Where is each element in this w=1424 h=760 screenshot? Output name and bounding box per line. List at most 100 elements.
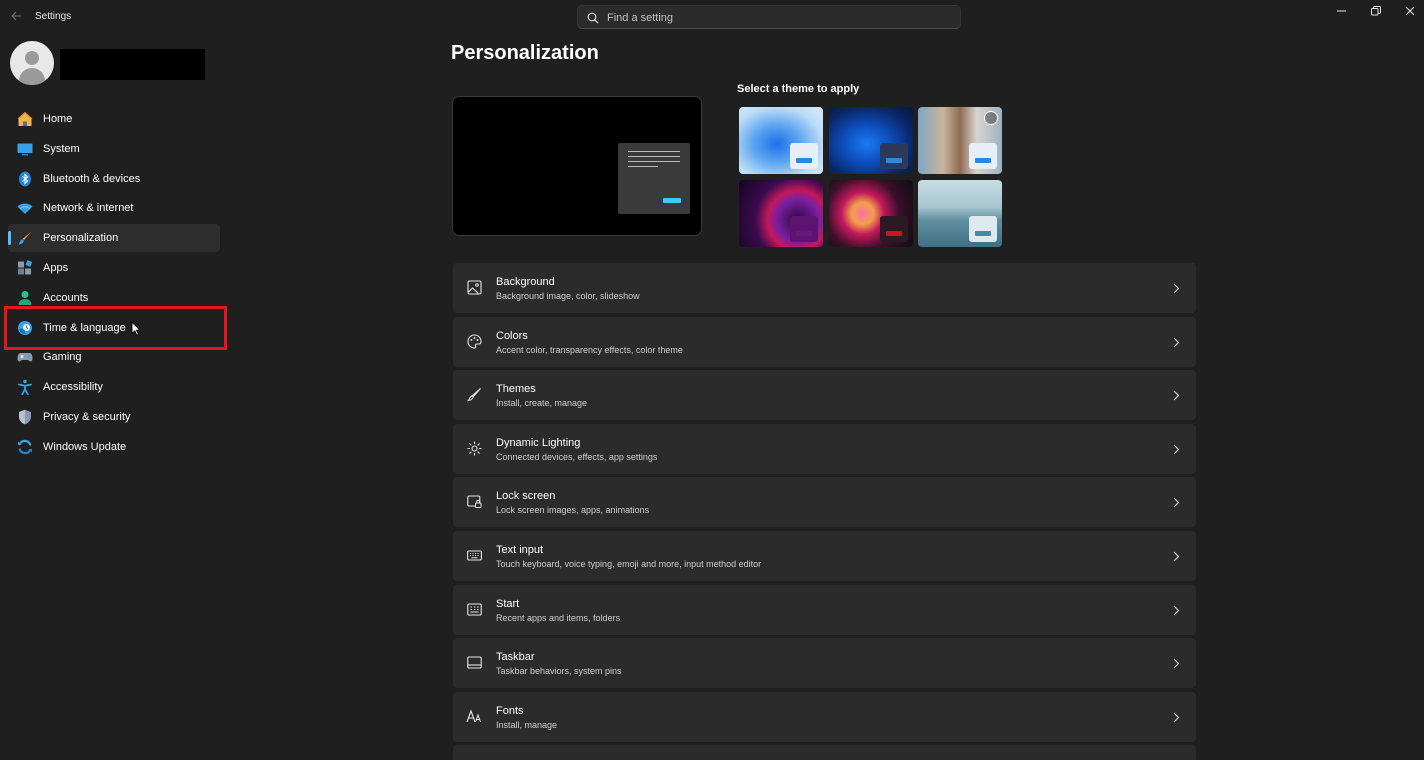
home-icon xyxy=(16,110,34,128)
card-title: Text input xyxy=(496,544,544,556)
title-bar: Settings xyxy=(0,0,1424,34)
sidebar-item-label: Home xyxy=(43,113,73,125)
close-button[interactable] xyxy=(1392,0,1424,22)
sidebar-item-label: Time & language xyxy=(43,321,126,334)
sidebar-item-system[interactable]: System xyxy=(8,135,220,163)
setting-card-partial[interactable] xyxy=(453,745,1196,760)
card-subtitle: Install, create, manage xyxy=(496,398,588,408)
close-icon xyxy=(1405,6,1415,16)
card-title: Start xyxy=(496,598,520,610)
theme-thumbnail-glow[interactable] xyxy=(739,180,823,247)
theme-mini-window xyxy=(880,143,908,169)
time-language-icon xyxy=(16,319,34,337)
setting-card-text-input[interactable]: Text input Touch keyboard, voice typing,… xyxy=(453,531,1196,581)
setting-card-taskbar[interactable]: Taskbar Taskbar behaviors, system pins xyxy=(453,638,1196,688)
theme-preview xyxy=(452,96,702,236)
search-input[interactable] xyxy=(607,9,947,26)
sidebar-item-bluetooth[interactable]: Bluetooth & devices xyxy=(8,165,220,193)
search-box[interactable] xyxy=(577,5,961,29)
theme-mini-accent xyxy=(796,231,812,236)
image-icon xyxy=(465,278,483,296)
theme-mini-window xyxy=(969,216,997,242)
card-title: Themes xyxy=(496,383,536,395)
fonts-icon xyxy=(465,707,483,725)
sidebar-item-label: Privacy & security xyxy=(43,410,131,423)
sidebar-item-windows-update[interactable]: Windows Update xyxy=(8,433,220,461)
restore-button[interactable] xyxy=(1358,0,1394,22)
theme-mini-accent xyxy=(886,158,902,163)
back-arrow-icon xyxy=(10,11,21,21)
preview-line xyxy=(628,156,680,157)
setting-card-colors[interactable]: Colors Accent color, transparency effect… xyxy=(453,317,1196,367)
setting-card-fonts[interactable]: Fonts Install, manage xyxy=(453,692,1196,742)
card-title: Lock screen xyxy=(496,490,556,502)
sidebar-item-gaming[interactable]: Gaming xyxy=(8,343,220,371)
preview-line xyxy=(628,151,680,152)
theme-mini-accent xyxy=(796,158,812,163)
setting-card-dynamic-lighting[interactable]: Dynamic Lighting Connected devices, effe… xyxy=(453,424,1196,474)
sidebar-item-network[interactable]: Network & internet xyxy=(8,194,220,222)
chevron-right-icon xyxy=(1170,281,1182,295)
sidebar-item-label: Apps xyxy=(43,261,69,274)
chevron-right-icon xyxy=(1170,656,1182,670)
theme-thumbnail-flow[interactable] xyxy=(918,180,1002,247)
setting-card-themes[interactable]: Themes Install, create, manage xyxy=(453,370,1196,420)
card-title: Fonts xyxy=(496,705,524,717)
apps-icon xyxy=(16,259,34,277)
sidebar-item-apps[interactable]: Apps xyxy=(8,254,220,282)
chevron-right-icon xyxy=(1170,335,1182,349)
setting-card-lock-screen[interactable]: Lock screen Lock screen images, apps, an… xyxy=(453,477,1196,527)
sidebar-item-label: Windows Update xyxy=(43,440,127,453)
card-subtitle: Install, manage xyxy=(496,720,558,730)
keyboard-icon xyxy=(465,546,483,564)
gamepad-icon xyxy=(16,348,34,366)
avatar-body xyxy=(19,68,45,85)
sidebar-item-label: System xyxy=(43,142,80,155)
theme-mini-window xyxy=(790,216,818,242)
theme-thumbnail-captured-motion[interactable] xyxy=(829,180,913,247)
sidebar-item-accessibility[interactable]: Accessibility xyxy=(8,373,220,401)
sidebar-item-label: Accounts xyxy=(43,291,89,304)
spotlight-camera-icon xyxy=(984,111,998,125)
card-title: Dynamic Lighting xyxy=(496,437,581,449)
card-subtitle: Lock screen images, apps, animations xyxy=(496,505,650,515)
setting-card-start[interactable]: Start Recent apps and items, folders xyxy=(453,585,1196,635)
sidebar-item-label: Personalization xyxy=(43,232,119,245)
theme-thumbnail-windows-dark[interactable] xyxy=(829,107,913,174)
search-icon xyxy=(587,12,599,24)
sidebar-item-accounts[interactable]: Accounts xyxy=(8,284,220,312)
minimize-button[interactable] xyxy=(1324,0,1360,22)
sidebar-item-label: Network & internet xyxy=(43,202,134,215)
page-title: Personalization xyxy=(451,42,599,64)
chevron-right-icon xyxy=(1170,495,1182,509)
sidebar-item-label: Accessibility xyxy=(43,381,103,394)
sidebar-item-personalization[interactable]: Personalization xyxy=(8,224,220,253)
avatar[interactable] xyxy=(10,41,54,85)
avatar-head xyxy=(25,51,39,65)
brush-icon xyxy=(465,385,483,403)
taskbar-icon xyxy=(465,653,483,671)
preview-line xyxy=(628,166,658,167)
card-subtitle: Connected devices, effects, app settings xyxy=(496,452,658,462)
start-icon xyxy=(465,600,483,618)
sidebar-item-time-language[interactable]: Time & language xyxy=(8,314,220,342)
sidebar-item-home[interactable]: Home xyxy=(8,105,220,133)
theme-thumbnail-windows-light[interactable] xyxy=(739,107,823,174)
card-subtitle: Touch keyboard, voice typing, emoji and … xyxy=(496,559,762,569)
card-subtitle: Accent color, transparency effects, colo… xyxy=(496,345,683,355)
back-button[interactable] xyxy=(6,8,26,26)
card-title: Colors xyxy=(496,330,528,342)
theme-thumbnail-spotlight[interactable] xyxy=(918,107,1002,174)
system-icon xyxy=(16,140,34,158)
bluetooth-icon xyxy=(16,170,34,188)
card-title: Taskbar xyxy=(496,651,535,663)
setting-card-background[interactable]: Background Background image, color, slid… xyxy=(453,263,1196,313)
lock-screen-icon xyxy=(465,492,483,510)
sidebar-item-privacy-security[interactable]: Privacy & security xyxy=(8,403,220,431)
minimize-icon xyxy=(1337,10,1346,12)
theme-mini-window xyxy=(880,216,908,242)
palette-icon xyxy=(465,332,483,350)
card-title: Background xyxy=(496,276,555,288)
sidebar-item-label: Bluetooth & devices xyxy=(43,172,141,185)
preview-accent-button xyxy=(663,198,681,203)
